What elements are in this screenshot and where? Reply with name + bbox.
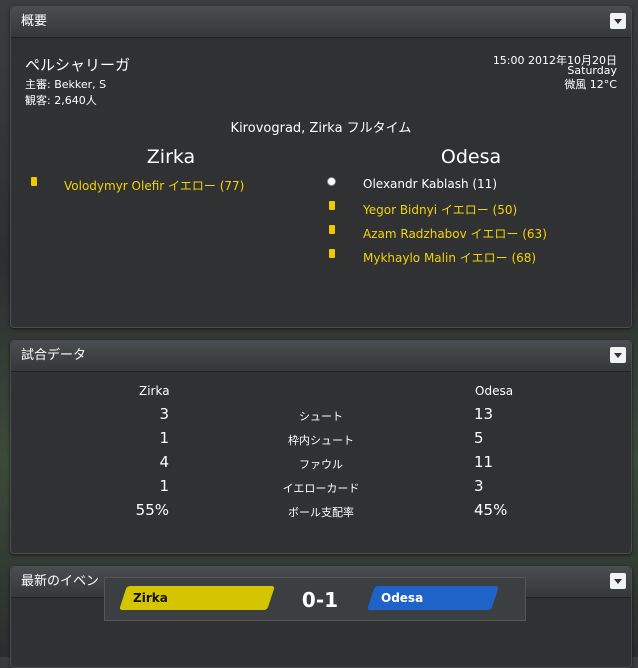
away-event: Azam Radzhabov イエロー (63) (363, 227, 547, 241)
stat-row-possession: 55% ボール支配率 45% (11, 501, 631, 523)
stat-away-value: 3 (474, 477, 484, 495)
stat-label: ボール支配率 (288, 506, 354, 519)
stat-away-value: 45% (474, 501, 508, 519)
stat-label: シュート (299, 410, 343, 423)
stat-row-shots-on-target: 1 枠内シュート 5 (11, 429, 631, 451)
stat-label: イエローカード (282, 482, 360, 495)
away-event: Olexandr Kablash (11) (363, 177, 497, 191)
scoreboard-score: 0-1 (301, 588, 339, 612)
yellow-card-icon (329, 201, 335, 210)
latest-events-title: 最新のイベン (21, 574, 100, 589)
stat-row-shots: 3 シュート 13 (11, 405, 631, 427)
away-event: Yegor Bidnyi イエロー (50) (363, 203, 518, 217)
attendance: 観客: 2,640人 (25, 94, 97, 107)
stat-label: ファウル (299, 458, 343, 471)
scoreboard-home-team: Zirka (133, 591, 168, 605)
yellow-card-icon (329, 249, 335, 258)
stats-home-label: Zirka (139, 384, 170, 398)
stat-home-value: 3 (159, 405, 169, 423)
overview-title: 概要 (21, 14, 48, 29)
collapse-icon[interactable] (610, 347, 626, 363)
overview-header: 概要 (11, 7, 631, 38)
stat-home-value: 4 (159, 453, 169, 471)
match-stats-title: 試合データ (21, 348, 87, 363)
venue-status: Kirovograd, Zirka フルタイム (230, 121, 412, 136)
overview-panel: 概要 ペルシャリーガ 主審: Bekker, S 観客: 2,640人 15:0… (10, 6, 632, 328)
referee: 主審: Bekker, S (25, 78, 107, 91)
away-team-name: Odesa (440, 146, 502, 168)
collapse-icon[interactable] (610, 13, 626, 29)
home-team-pill: Zirka (119, 586, 275, 610)
stat-away-value: 11 (474, 453, 494, 471)
yellow-card-icon (329, 225, 335, 234)
stat-home-value: 1 (159, 429, 169, 447)
match-stats-panel: 試合データ Zirka Odesa 3 シュート 13 1 枠内シュート 5 4… (10, 340, 632, 554)
weather: 微風 12°C (564, 78, 617, 91)
yellow-card-icon (31, 177, 37, 186)
stats-away-label: Odesa (475, 384, 514, 398)
away-event: Mykhaylo Malin イエロー (68) (363, 251, 537, 265)
match-stats-header: 試合データ (11, 341, 631, 372)
stat-row-fouls: 4 ファウル 11 (11, 453, 631, 475)
stat-away-value: 5 (474, 429, 484, 447)
away-team-pill: Odesa (367, 586, 499, 610)
football-icon (327, 177, 336, 186)
stat-away-value: 13 (474, 405, 494, 423)
home-team-name: Zirka (146, 146, 196, 168)
stat-home-value: 1 (159, 477, 169, 495)
scoreboard-away-team: Odesa (381, 591, 424, 605)
home-event: Volodymyr Olefir イエロー (77) (64, 179, 245, 193)
scoreboard: Zirka 0-1 Odesa (104, 577, 526, 621)
stat-row-yellow-cards: 1 イエローカード 3 (11, 477, 631, 499)
stat-home-value: 55% (135, 501, 169, 519)
collapse-icon[interactable] (610, 573, 626, 589)
stat-label: 枠内シュート (288, 434, 354, 447)
competition-name: ペルシャリーガ (25, 56, 131, 74)
